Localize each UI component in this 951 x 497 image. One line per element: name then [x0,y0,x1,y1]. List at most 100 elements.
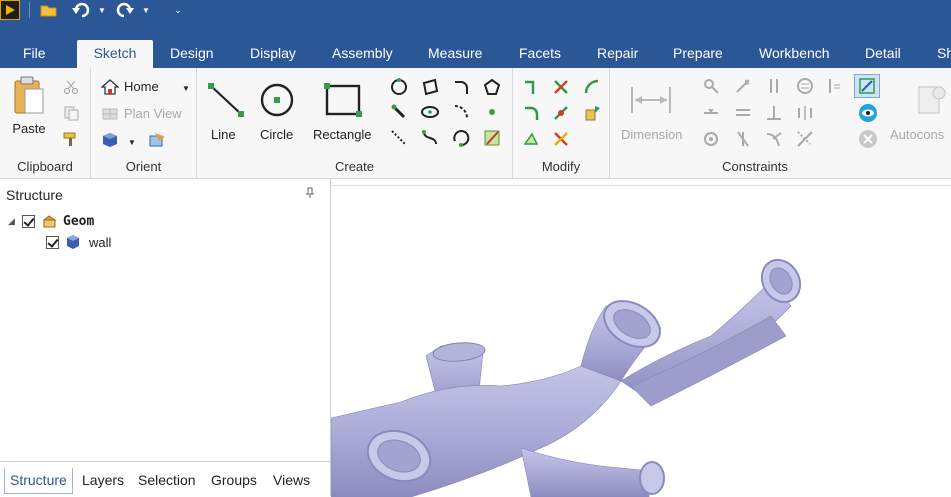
face-curve-icon[interactable] [481,127,503,149]
collapse-arrow-icon[interactable]: ◢ [8,216,22,227]
tab-overflow[interactable]: Sh [923,40,951,68]
tab-measure[interactable]: Measure [414,40,496,68]
angle-constraint-icon[interactable] [794,128,816,150]
show-constraints-icon[interactable] [854,74,880,98]
tab-layers[interactable]: Layers [77,468,129,494]
offset-curve-icon[interactable] [581,76,603,98]
split-curve-icon[interactable] [550,102,572,124]
tab-structure[interactable]: Structure [4,468,73,494]
tree-item-geom[interactable]: ◢ Geom [8,211,94,231]
format-painter-icon[interactable] [60,128,82,150]
redo-dropdown-icon[interactable]: ▼ [140,0,152,20]
vertical-align-icon[interactable] [824,75,846,97]
project-to-sketch-icon[interactable] [581,102,603,124]
dimension-icon[interactable] [628,82,674,118]
undo-icon[interactable] [70,0,92,20]
create-corner-icon[interactable] [521,76,543,98]
tab-detail[interactable]: Detail [851,40,915,68]
circle-tool-icon[interactable] [257,80,297,120]
quick-access-separator [29,2,30,18]
ellipse-icon[interactable] [419,101,441,123]
pin-constraint-icon[interactable] [732,75,754,97]
tangent-icon[interactable] [763,128,785,150]
plan-view-button[interactable]: Plan View [124,106,182,121]
3d-viewport[interactable] [331,185,951,497]
collinear-icon[interactable] [732,102,754,124]
tab-facets[interactable]: Facets [505,40,575,68]
tab-file[interactable]: File [9,40,60,68]
tab-design[interactable]: Design [156,40,228,68]
rectangle-tool-icon[interactable] [321,80,365,120]
customize-toolbar-icon[interactable]: ⌄ [170,0,186,20]
autoconstrain-icon[interactable] [912,82,948,120]
tab-views[interactable]: Views [268,468,315,494]
fix-constraint-icon[interactable] [700,75,722,97]
cut-icon[interactable] [60,76,82,98]
construction-line-icon[interactable] [388,127,410,149]
tab-sketch[interactable]: Sketch [77,40,153,68]
midpoint-icon[interactable] [732,128,754,150]
coincident-icon[interactable] [700,128,722,150]
parallel-icon[interactable] [763,75,785,97]
paste-icon[interactable] [10,74,48,120]
tab-assembly[interactable]: Assembly [318,40,407,68]
three-point-arc-icon[interactable] [450,127,472,149]
tree-item-wall[interactable]: wall [46,232,111,252]
undo-dropdown-icon[interactable]: ▼ [96,0,108,20]
rectangle-button[interactable]: Rectangle [313,127,372,142]
visibility-checkbox[interactable] [22,214,35,228]
visibility-toggle-icon[interactable] [857,102,879,124]
structure-panel: Structure ◢ Geom wall Structure Layers S… [0,179,331,497]
tab-repair[interactable]: Repair [583,40,652,68]
folder-open-icon[interactable] [38,0,60,20]
symmetric-icon[interactable] [794,102,816,124]
line-tool-icon[interactable] [205,80,247,120]
spline-icon[interactable] [419,127,441,149]
create-rounded-corner-icon[interactable] [521,102,543,124]
line-button[interactable]: Line [211,127,236,142]
orient-group: Home ▼ Plan View ▼ Orient [91,68,197,178]
three-point-circle-icon[interactable] [388,76,410,98]
bend-icon[interactable] [521,128,543,150]
horizontal-constraint-icon[interactable] [700,102,722,124]
circle-button[interactable]: Circle [260,127,293,142]
tab-display[interactable]: Display [236,40,310,68]
point-icon[interactable] [481,101,503,123]
delete-constraint-icon[interactable] [857,128,879,150]
tangent-arc-icon[interactable] [450,76,472,98]
perpendicular-icon[interactable] [763,102,785,124]
tab-prepare[interactable]: Prepare [659,40,737,68]
snap-view-icon[interactable] [146,129,168,151]
home-dropdown-icon[interactable]: ▼ [175,77,197,99]
vessel-model[interactable] [331,186,951,497]
three-point-rectangle-icon[interactable] [419,76,441,98]
slot-icon[interactable] [388,101,410,123]
constraints-group-label: Constraints [722,159,788,174]
tab-groups[interactable]: Groups [206,468,262,494]
copy-icon[interactable] [60,102,82,124]
home-icon[interactable] [99,76,121,98]
tree-item-label: wall [89,234,112,250]
polygon-icon[interactable] [481,76,503,98]
home-button[interactable]: Home [124,79,159,94]
pin-icon[interactable] [305,187,315,202]
redo-icon[interactable] [114,0,136,20]
application-logo-icon[interactable] [0,0,20,20]
structure-panel-title: Structure [6,187,63,203]
create-group: Line Circle Rectangle Create [197,68,513,178]
tab-selection[interactable]: Selection [133,468,201,494]
trim-away-icon[interactable] [550,76,572,98]
orient-dropdown-icon[interactable]: ▼ [121,131,143,153]
tab-workbench[interactable]: Workbench [745,40,844,68]
modify-group: Modify [513,68,610,178]
paste-button[interactable]: Paste [4,121,54,136]
sweep-arc-icon[interactable] [450,101,472,123]
dimension-button[interactable]: Dimension [621,127,682,142]
plan-view-icon[interactable] [99,103,121,125]
scale-icon[interactable] [550,128,572,150]
clipboard-group: Paste Clipboard [0,68,91,178]
orient-cube-icon[interactable] [99,129,121,151]
equal-radius-icon[interactable] [794,75,816,97]
visibility-checkbox[interactable] [46,235,59,249]
autoconstrain-button[interactable]: Autocons [890,127,944,142]
